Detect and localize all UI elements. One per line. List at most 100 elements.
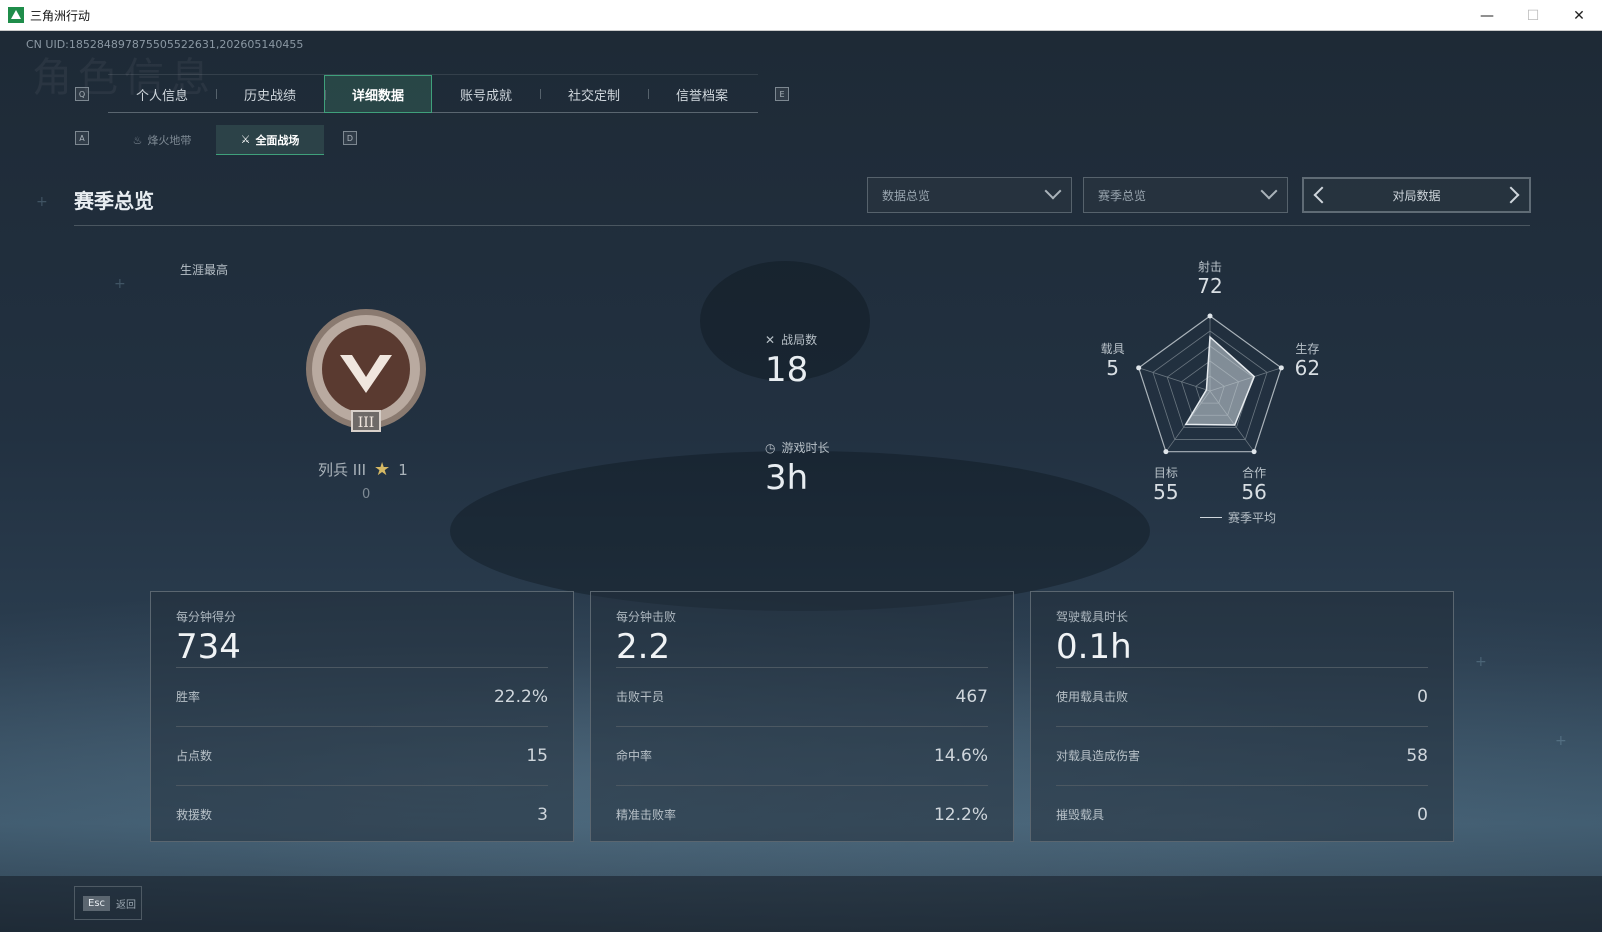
radar-axis-label: 射击 — [1197, 260, 1222, 274]
section-divider — [74, 225, 1530, 226]
dropdown-label: 赛季总览 — [1098, 188, 1147, 203]
subtab-label: 全面战场 — [255, 133, 300, 147]
card-title: 驾驶载具时长 — [1056, 610, 1129, 624]
svg-text:III: III — [358, 415, 375, 431]
rank-stars: 1 — [398, 460, 408, 479]
bottom-bar: Esc 返回 — [0, 876, 1602, 932]
card-title: 每分钟击败 — [616, 610, 677, 624]
card-main-value: 734 — [176, 627, 241, 667]
crossed-swords-icon: ✕ — [765, 332, 776, 347]
playtime-label: 游戏时长 — [781, 441, 830, 455]
data-type-switcher: 对局数据 — [1302, 177, 1531, 213]
star-icon: ★ — [374, 459, 391, 480]
radar-axis-value: 56 — [1241, 479, 1267, 504]
chevron-left-icon[interactable] — [1313, 186, 1331, 204]
flame-icon: ♨ — [132, 133, 143, 147]
card-header: 每分钟得分 734 — [176, 608, 241, 667]
stat-row: 命中率 14.6% — [616, 726, 988, 784]
prev-subtab-key-hint[interactable]: A — [75, 131, 89, 145]
stat-label: 摧毁载具 — [1056, 808, 1105, 822]
radar-axis-label: 载具 — [1100, 341, 1125, 356]
radar-vertex-dot — [1251, 449, 1257, 455]
card-header: 每分钟击败 2.2 — [616, 608, 676, 667]
stat-value: 58 — [1406, 745, 1428, 766]
page-title: 赛季总览 — [74, 189, 154, 213]
stat-row: 胜率 22.2% — [176, 667, 548, 725]
stat-value: 12.2% — [933, 804, 988, 825]
stat-label: 胜率 — [176, 690, 201, 704]
next-subtab-key-hint[interactable]: D — [343, 131, 357, 145]
tab-detailed-data[interactable]: 详细数据 — [324, 75, 432, 113]
minimize-button[interactable]: — — [1464, 0, 1510, 31]
card-main-value: 0.1h — [1056, 627, 1132, 667]
radar-axis-label: 目标 — [1153, 465, 1178, 480]
stat-label: 击败干员 — [616, 690, 665, 704]
stat-label: 占点数 — [176, 749, 213, 763]
rank-name-row: 列兵 III ★ 1 — [318, 459, 408, 480]
stat-label: 使用载具击败 — [1056, 690, 1129, 704]
radar-axis-value: 72 — [1197, 274, 1223, 298]
subtab-hazard-ops[interactable]: ♨ 烽火地带 — [108, 125, 216, 155]
matches-label-row: ✕ 战局数 — [765, 331, 817, 348]
radar-value-area — [1184, 335, 1256, 426]
tab-match-history[interactable]: 历史战绩 — [216, 75, 324, 113]
window-titlebar: 三角洲行动 — ☐ ✕ — [0, 0, 1602, 31]
matches-value: 18 — [765, 350, 809, 390]
stat-card-score: 每分钟得分 734 胜率 22.2% 占点数 15 救援数 3 — [150, 591, 574, 842]
switcher-label: 对局数据 — [1392, 188, 1441, 203]
radar-axis-value: 62 — [1294, 355, 1321, 380]
stat-label: 救援数 — [176, 808, 213, 822]
game-viewport: 角色信息 + + + + CN UID:1852848978755055226​… — [0, 31, 1602, 932]
radar-axis-label: 生存 — [1295, 341, 1320, 356]
subtab-battlefield[interactable]: ⚔ 全面战场 — [216, 125, 324, 155]
radar-spoke — [1138, 367, 1211, 392]
stat-label: 精准击败率 — [616, 808, 677, 822]
radar-axis-label: 合作 — [1242, 465, 1267, 480]
stat-label: 命中率 — [616, 749, 653, 763]
prev-tab-key-hint[interactable]: Q — [75, 87, 89, 101]
chevron-right-icon[interactable] — [1502, 186, 1520, 204]
card-main-value: 2.2 — [616, 627, 671, 667]
close-button[interactable]: ✕ — [1556, 0, 1602, 31]
window-controls: — ☐ ✕ — [1464, 0, 1602, 31]
rank-medal-icon: III — [306, 309, 426, 432]
stat-card-vehicle: 驾驶载具时长 0.1h 使用载具击败 0 对载具造成伤害 58 摧毁载具 0 — [1030, 591, 1454, 842]
app-logo-icon — [8, 7, 24, 23]
data-overview-dropdown[interactable]: 数据总览 — [867, 177, 1072, 213]
crosshair-marker-icon: + — [1475, 654, 1487, 670]
stat-row: 使用载具击败 0 — [1056, 667, 1428, 725]
stat-value: 14.6% — [933, 745, 988, 766]
playtime-label-row: ◷ 游戏时长 — [765, 439, 830, 456]
playtime-value: 3h — [765, 458, 809, 498]
stat-value: 0 — [1417, 804, 1428, 825]
subtab-label: 烽火地带 — [147, 134, 192, 147]
season-dropdown[interactable]: 赛季总览 — [1083, 177, 1288, 213]
main-tabs: 个人信息 历史战绩 详细数据 账号成就 社交定制 信誉档案 — [108, 74, 758, 113]
stat-row: 击败干员 467 — [616, 667, 988, 725]
tab-social-custom[interactable]: 社交定制 — [540, 75, 648, 113]
next-tab-key-hint[interactable]: E — [775, 87, 789, 101]
crosshair-marker-icon: + — [36, 194, 48, 210]
legend-line-icon — [1200, 517, 1222, 518]
rank-name: 列兵 III — [318, 461, 367, 479]
stat-value: 467 — [955, 686, 988, 707]
stat-row: 摧毁载具 0 — [1056, 785, 1428, 843]
card-title: 每分钟得分 — [176, 610, 237, 624]
radar-vertex-dot — [1278, 365, 1284, 371]
career-best-label: 生涯最高 — [180, 263, 229, 277]
stat-value: 15 — [526, 745, 548, 766]
tab-credit-record[interactable]: 信誉档案 — [648, 75, 756, 113]
stat-value: 3 — [537, 804, 548, 825]
card-header: 驾驶载具时长 0.1h — [1056, 608, 1132, 667]
maximize-button[interactable]: ☐ — [1510, 0, 1556, 31]
legend-label: 赛季平均 — [1228, 511, 1277, 525]
tab-personal-info[interactable]: 个人信息 — [108, 75, 216, 113]
rank-points: 0 — [362, 487, 371, 502]
matches-label: 战局数 — [781, 333, 818, 347]
tab-achievements[interactable]: 账号成就 — [432, 75, 540, 113]
radar-axis-value: 55 — [1153, 479, 1179, 504]
matches-stat: ✕ 战局数 18 — [765, 331, 817, 391]
back-button[interactable]: Esc 返回 — [74, 886, 142, 920]
stat-row: 精准击败率 12.2% — [616, 785, 988, 843]
radar-vertex-dot — [1207, 313, 1213, 319]
